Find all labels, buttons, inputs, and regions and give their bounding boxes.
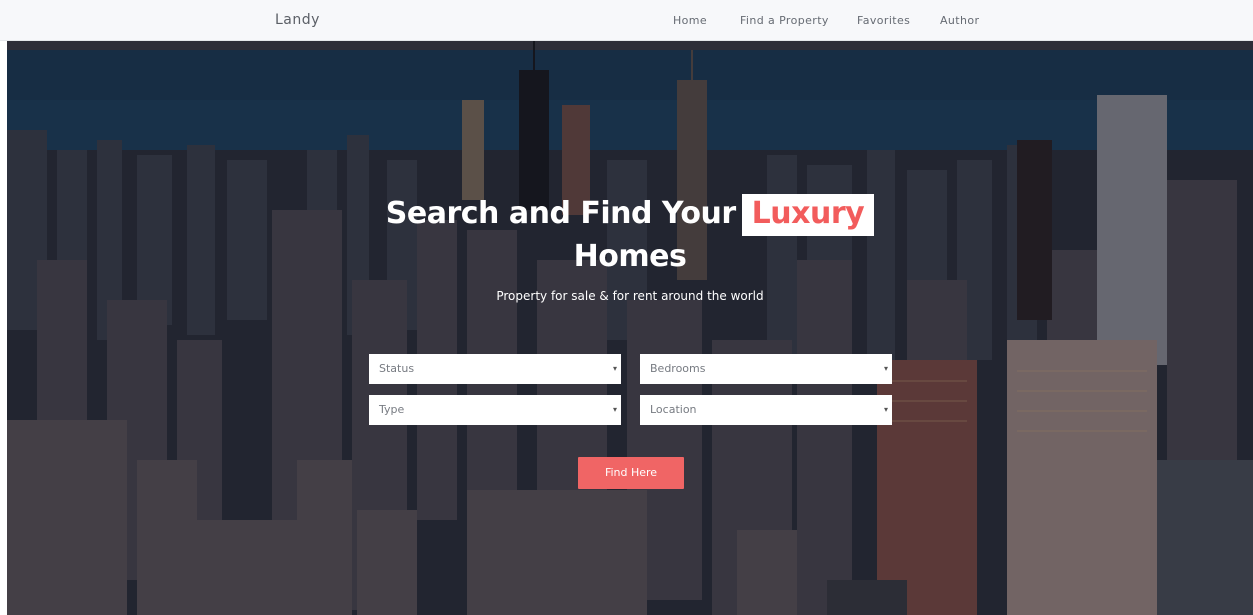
hero-subtitle: Property for sale & for rent around the … <box>496 289 764 303</box>
status-select-value: Status <box>379 362 415 375</box>
chevron-down-icon: ▾ <box>612 364 617 373</box>
hero-title-line-1: Search and Find Your Luxury <box>7 194 1253 236</box>
nav-link-author[interactable]: Author <box>940 14 979 27</box>
hero-title-highlight: Luxury <box>741 194 875 236</box>
nav-link-favorites[interactable]: Favorites <box>857 14 910 27</box>
type-select[interactable]: Type ▾ <box>369 395 621 425</box>
hero-title-line-2: Homes <box>573 239 687 274</box>
chevron-down-icon: ▾ <box>612 405 617 414</box>
hero-title-part-1: Search and Find Your <box>385 196 736 231</box>
chevron-down-icon: ▾ <box>883 405 888 414</box>
hero-section: Search and Find Your Luxury Homes Propert… <box>7 40 1253 615</box>
find-here-button[interactable]: Find Here <box>578 457 684 489</box>
bedrooms-select[interactable]: Bedrooms ▾ <box>640 354 892 384</box>
nav-link-find-property[interactable]: Find a Property <box>740 14 829 27</box>
top-navbar: Landy Home Find a Property Favorites Aut… <box>0 0 1253 41</box>
location-select[interactable]: Location ▾ <box>640 395 892 425</box>
nav-link-home[interactable]: Home <box>673 14 707 27</box>
location-select-value: Location <box>650 403 697 416</box>
bedrooms-select-value: Bedrooms <box>650 362 706 375</box>
status-select[interactable]: Status ▾ <box>369 354 621 384</box>
hero-dark-overlay <box>7 40 1253 615</box>
chevron-down-icon: ▾ <box>883 364 888 373</box>
type-select-value: Type <box>379 403 405 416</box>
brand-logo[interactable]: Landy <box>275 12 320 28</box>
